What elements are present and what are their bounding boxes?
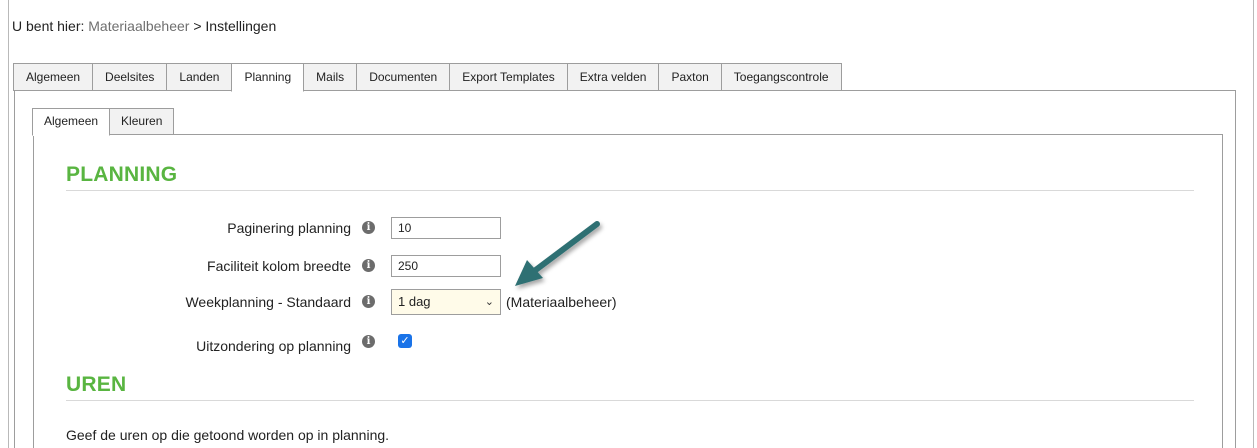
info-icon[interactable]: i	[362, 221, 375, 234]
info-icon[interactable]: i	[362, 259, 375, 272]
tab-planning[interactable]: Planning	[231, 63, 305, 92]
info-icon[interactable]: i	[362, 335, 375, 348]
tab-algemeen[interactable]: Algemeen	[13, 63, 94, 91]
tab-extra-velden[interactable]: Extra velden	[566, 63, 660, 91]
uitzondering-checkbox[interactable]: ✓	[398, 334, 412, 348]
weekplanning-selected-value: 1 dag	[398, 294, 431, 309]
section-divider	[66, 400, 1194, 401]
section-divider	[66, 190, 1194, 191]
tab-landen[interactable]: Landen	[166, 63, 233, 91]
breadcrumb-prefix: U bent hier:	[12, 18, 85, 34]
subtab-algemeen[interactable]: Algemeen	[32, 108, 111, 136]
label-paginering-planning: Paginering planning	[227, 220, 351, 236]
info-icon[interactable]: i	[362, 295, 375, 308]
tab-toegangscontrole[interactable]: Toegangscontrole	[720, 63, 842, 91]
tab-deelsites[interactable]: Deelsites	[92, 63, 168, 91]
top-tab-bar: Algemeen Deelsites Landen Planning Mails…	[13, 63, 842, 92]
check-icon: ✓	[400, 335, 410, 347]
tab-paxton[interactable]: Paxton	[658, 63, 722, 91]
annotation-arrow	[515, 221, 600, 286]
breadcrumb-link-materiaalbeheer[interactable]: Materiaalbeheer	[88, 18, 189, 34]
uren-description: Geef de uren op die getoond worden op in…	[66, 427, 390, 443]
breadcrumb-separator: >	[193, 18, 202, 34]
tab-documenten[interactable]: Documenten	[356, 63, 451, 91]
label-faciliteit-kolom-breedte: Faciliteit kolom breedte	[207, 258, 351, 274]
section-title-uren: UREN	[66, 373, 127, 396]
chevron-down-icon: ⌄	[484, 296, 494, 308]
sub-tab-bar: Algemeen Kleuren	[32, 108, 175, 136]
tab-export-templates[interactable]: Export Templates	[449, 63, 568, 91]
breadcrumb-current: Instellingen	[205, 18, 277, 34]
faciliteit-kolom-breedte-input[interactable]	[391, 255, 501, 277]
section-title-planning: PLANNING	[66, 163, 178, 186]
paginering-planning-input[interactable]	[391, 217, 501, 239]
tab-mails[interactable]: Mails	[303, 63, 358, 91]
subtab-kleuren[interactable]: Kleuren	[109, 108, 175, 135]
label-uitzondering-op-planning: Uitzondering op planning	[196, 338, 351, 354]
breadcrumb: U bent hier: Materiaalbeheer > Instellin…	[12, 18, 276, 34]
label-weekplanning-standaard: Weekplanning - Standaard	[185, 294, 351, 310]
weekplanning-select[interactable]: 1 dag ⌄	[391, 289, 501, 315]
